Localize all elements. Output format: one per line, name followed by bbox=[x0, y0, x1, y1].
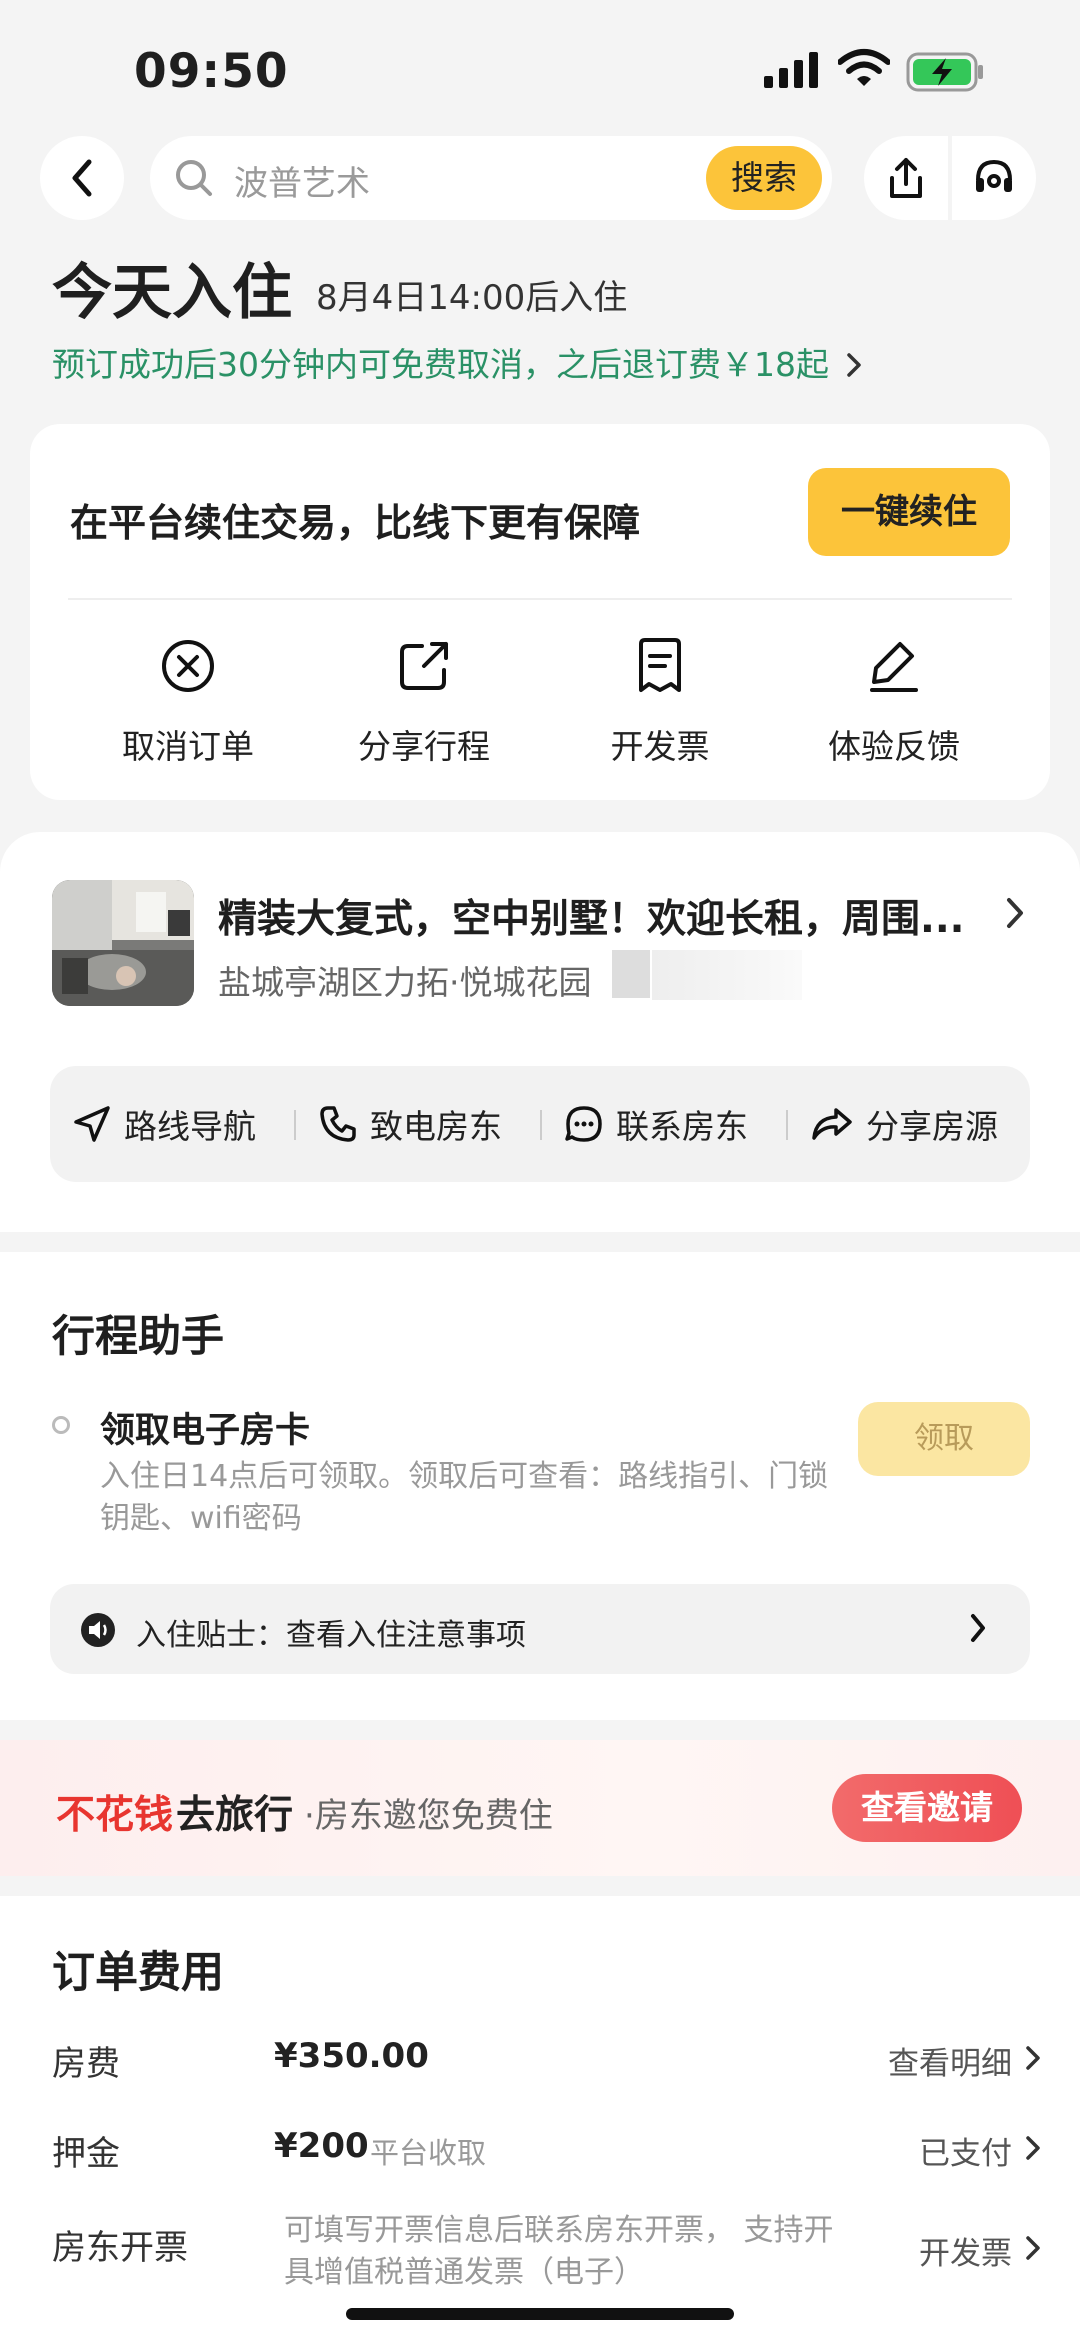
separator bbox=[540, 1110, 542, 1140]
checkin-tips-row[interactable]: 入住贴士：查看入住注意事项 bbox=[50, 1584, 1030, 1674]
chevron-right-icon[interactable] bbox=[1024, 2134, 1042, 2162]
share-icon bbox=[890, 158, 922, 198]
invoice-icon bbox=[639, 638, 681, 692]
status-bar: 09:50 bbox=[0, 0, 1080, 140]
invoice-description: 可填写开票信息后联系房东开票， 支持开具增值税普通发票（电子） bbox=[284, 2213, 834, 2290]
property-title[interactable]: 精装大复式，空中别墅！欢迎长租，周围... bbox=[218, 888, 998, 944]
free-stay-promo-banner[interactable]: 不花钱 去旅行 ·房东邀您免费住 查看邀请 bbox=[0, 1740, 1080, 1876]
share-button[interactable] bbox=[864, 136, 948, 220]
fee-row-room: 房费 ¥350.00 查看明细 bbox=[52, 2036, 1042, 2096]
order-fees-card: 订单费用 房费 ¥350.00 查看明细 押金 ¥200 平台收取 已支付 房东… bbox=[0, 1896, 1080, 2341]
feedback-button[interactable]: 体验反馈 bbox=[794, 634, 994, 768]
chevron-right-icon bbox=[847, 353, 862, 377]
separator bbox=[294, 1110, 296, 1140]
search-icon bbox=[176, 160, 212, 196]
claim-key-button[interactable]: 领取 bbox=[858, 1402, 1030, 1476]
timeline-dot bbox=[52, 1416, 70, 1434]
fee-label: 房费 bbox=[52, 2044, 120, 2084]
navigation-arrow-icon bbox=[74, 1106, 110, 1142]
customer-service-button[interactable] bbox=[952, 136, 1036, 220]
fee-row-host-invoice: 房东开票 可填写开票信息后联系房东开票， 支持开具增值税普通发票（电子） 开发票 bbox=[52, 2213, 1042, 2290]
section-title: 订单费用 bbox=[52, 1948, 224, 1998]
chat-bubble-icon bbox=[565, 1106, 602, 1142]
property-card: 精装大复式，空中别墅！欢迎长租，周围... 盐城亭湖区力拓·悦城花园 路线导航 … bbox=[0, 832, 1080, 1232]
fee-label: 押金 bbox=[52, 2134, 120, 2174]
property-photo-image bbox=[52, 880, 194, 1006]
battery-charging-icon bbox=[906, 52, 983, 92]
separator bbox=[786, 1110, 788, 1140]
promo-red-text: 不花钱 bbox=[56, 1793, 174, 1838]
chevron-right-icon bbox=[971, 1614, 985, 1642]
checkin-tips-text: 入住贴士：查看入住注意事项 bbox=[136, 1618, 526, 1653]
share-trip-button[interactable]: 分享行程 bbox=[324, 634, 524, 768]
divider bbox=[68, 598, 1012, 600]
trip-assistant-card: 行程助手 领取电子房卡 入住日14点后可领取。领取后可查看：路线指引、门锁钥匙、… bbox=[0, 1252, 1080, 1720]
task-description: 入住日14点后可领取。领取后可查看：路线指引、门锁钥匙、wifi密码 bbox=[100, 1459, 829, 1536]
headset-icon bbox=[976, 159, 1012, 192]
call-host-button[interactable]: 致电房东 bbox=[318, 1066, 502, 1182]
fee-label: 房东开票 bbox=[52, 2228, 188, 2268]
status-time: 09:50 bbox=[134, 44, 289, 99]
search-bar[interactable]: 波普艺术 搜索 bbox=[150, 136, 832, 220]
search-input[interactable]: 波普艺术 bbox=[234, 156, 370, 205]
chevron-right-icon[interactable] bbox=[1004, 896, 1026, 930]
issue-invoice-link[interactable]: 开发票 bbox=[919, 2228, 1012, 2273]
cancel-circle-icon bbox=[162, 640, 214, 692]
forward-arrow-icon bbox=[812, 1108, 852, 1140]
cancel-policy-link[interactable]: 预订成功后30分钟内可免费取消，之后退订费￥18起 bbox=[52, 338, 863, 386]
property-actions-bar: 路线导航 致电房东 联系房东 分享房源 bbox=[50, 1066, 1030, 1182]
chevron-left-icon bbox=[72, 159, 92, 197]
payment-status-link[interactable]: 已支付 bbox=[919, 2128, 1012, 2173]
message-host-button[interactable]: 联系房东 bbox=[564, 1066, 748, 1182]
section-title: 行程助手 bbox=[52, 1312, 224, 1362]
share-trip-label: 分享行程 bbox=[358, 727, 490, 766]
renew-promo-text: 在平台续住交易，比线下更有保障 bbox=[70, 501, 641, 545]
invoice-button[interactable]: 开发票 bbox=[560, 634, 760, 768]
feedback-label: 体验反馈 bbox=[828, 727, 960, 766]
search-button[interactable]: 搜索 bbox=[706, 146, 822, 210]
share-listing-label: 分享房源 bbox=[866, 1107, 998, 1146]
address-redaction bbox=[612, 950, 650, 998]
home-indicator[interactable] bbox=[346, 2308, 734, 2320]
call-host-label: 致电房东 bbox=[370, 1107, 502, 1146]
fee-row-deposit: 押金 ¥200 平台收取 已支付 bbox=[52, 2126, 1042, 2186]
chevron-right-icon[interactable] bbox=[1024, 2044, 1042, 2072]
share-listing-button[interactable]: 分享房源 bbox=[810, 1066, 998, 1182]
view-details-link[interactable]: 查看明细 bbox=[888, 2038, 1012, 2083]
order-actions-card: 在平台续住交易，比线下更有保障 一键续住 取消订单 分享行程 开发票 体验反馈 bbox=[30, 424, 1050, 800]
navigation-label: 路线导航 bbox=[124, 1107, 256, 1146]
cancel-order-button[interactable]: 取消订单 bbox=[88, 634, 288, 768]
chevron-right-icon[interactable] bbox=[1024, 2234, 1042, 2262]
checkin-title: 今天入住 bbox=[52, 258, 292, 328]
promo-subtitle: ·房东邀您免费住 bbox=[304, 1796, 553, 1836]
task-title: 领取电子房卡 bbox=[100, 1411, 311, 1451]
address-redaction bbox=[652, 950, 802, 1000]
fee-value: ¥350.00 bbox=[274, 2036, 429, 2076]
cellular-signal-icon bbox=[764, 52, 818, 88]
phone-icon bbox=[320, 1106, 356, 1142]
property-address: 盐城亭湖区力拓·悦城花园 bbox=[218, 963, 592, 1002]
back-button[interactable] bbox=[40, 136, 124, 220]
navigation-button[interactable]: 路线导航 bbox=[72, 1066, 256, 1182]
fee-value: ¥200 bbox=[274, 2126, 369, 2166]
cancel-policy-text: 预订成功后30分钟内可免费取消，之后退订费￥18起 bbox=[52, 345, 829, 384]
edit-pen-icon bbox=[870, 642, 918, 692]
message-host-label: 联系房东 bbox=[616, 1107, 748, 1146]
top-nav: 波普艺术 搜索 bbox=[0, 130, 1080, 240]
invoice-label: 开发票 bbox=[610, 727, 710, 766]
share-square-icon bbox=[400, 642, 448, 690]
promo-bold-text: 去旅行 bbox=[176, 1793, 294, 1838]
wifi-icon bbox=[838, 49, 890, 86]
checkin-time: 8月4日14:00后入住 bbox=[316, 278, 628, 318]
renew-button[interactable]: 一键续住 bbox=[808, 468, 1010, 556]
view-invitation-button[interactable]: 查看邀请 bbox=[832, 1774, 1022, 1842]
speaker-icon bbox=[81, 1613, 115, 1647]
cancel-order-label: 取消订单 bbox=[122, 727, 254, 766]
fee-note: 平台收取 bbox=[370, 2136, 487, 2170]
property-photo[interactable] bbox=[52, 880, 194, 1006]
